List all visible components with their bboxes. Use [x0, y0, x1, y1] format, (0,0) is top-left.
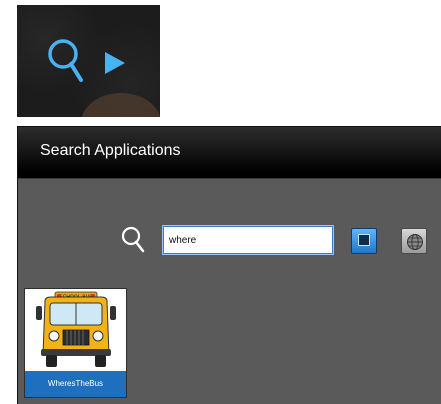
device-apps-button[interactable] [351, 228, 377, 254]
device-icon [358, 234, 370, 246]
search-input[interactable] [163, 226, 333, 254]
search-icon [121, 226, 145, 253]
search-launch-button[interactable] [17, 5, 160, 117]
magnifier-icon [48, 39, 83, 82]
app-tile[interactable]: SCHOOL BUS Where [24, 288, 127, 398]
search-applications-panel: Search Applications SCHOOL BUS [17, 126, 441, 404]
background-glow [81, 93, 160, 117]
panel-title: Search Applications [40, 142, 181, 159]
app-tile-label: WheresTheBus [25, 371, 126, 397]
panel-header: Search Applications [18, 127, 441, 179]
web-apps-button[interactable] [401, 228, 427, 254]
play-icon [105, 52, 125, 74]
school-bus-icon: SCHOOL BUS [25, 289, 126, 371]
globe-icon [407, 234, 423, 250]
